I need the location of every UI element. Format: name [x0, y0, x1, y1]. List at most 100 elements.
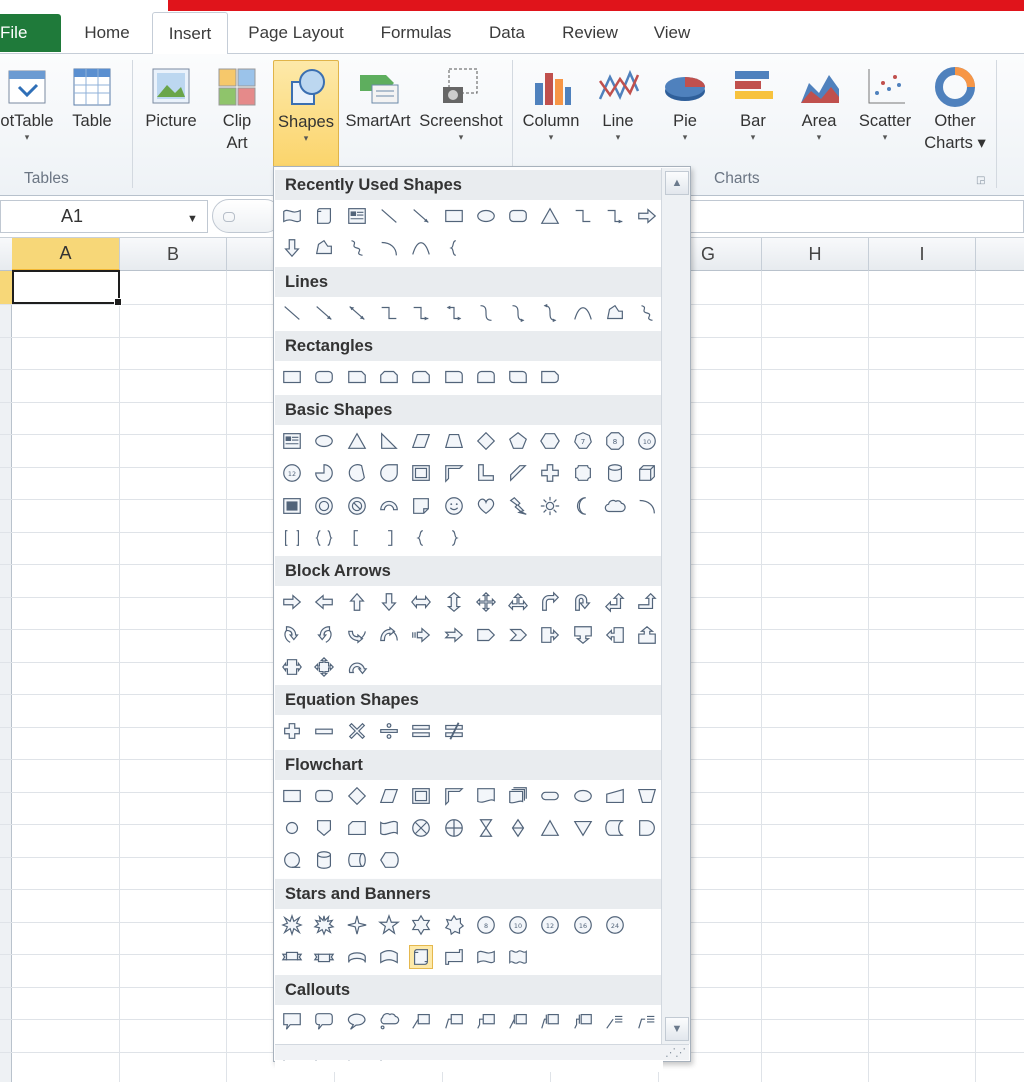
half-frame-icon[interactable]	[442, 461, 466, 485]
cloud-callout-icon[interactable]	[377, 1009, 401, 1033]
left-right-arrow-callout-icon[interactable]	[280, 655, 304, 679]
direct-data-icon[interactable]	[345, 848, 369, 872]
bar-chart-button[interactable]: Bar ▾	[722, 60, 784, 168]
column-header-a[interactable]: A	[12, 238, 120, 271]
triangle-inv-icon[interactable]	[571, 816, 595, 840]
double-arrow-line-icon[interactable]	[345, 301, 369, 325]
star32-icon[interactable]: 24	[603, 913, 627, 937]
explosion1-icon[interactable]	[280, 913, 304, 937]
column-header-b[interactable]: B	[120, 238, 227, 271]
formula-input[interactable]	[690, 200, 1024, 233]
star7-icon[interactable]	[442, 913, 466, 937]
formula-bar-fx-button[interactable]	[212, 199, 282, 233]
tab-file[interactable]: File	[0, 14, 61, 52]
frame-icon[interactable]	[409, 784, 433, 808]
triangle-icon[interactable]	[538, 816, 562, 840]
rounded-rect-icon[interactable]	[506, 204, 530, 228]
shapes-button[interactable]: Shapes ▾	[273, 60, 339, 168]
triangle-icon[interactable]	[538, 204, 562, 228]
elbow-icon[interactable]	[377, 301, 401, 325]
resize-grip[interactable]: ⋰⋰	[275, 1044, 689, 1060]
ribbon-down-icon[interactable]	[280, 945, 304, 969]
oval-icon[interactable]	[474, 204, 498, 228]
not-equal-icon[interactable]	[442, 719, 466, 743]
offpage-icon[interactable]	[312, 816, 336, 840]
area-chart-button[interactable]: Area ▾	[788, 60, 850, 168]
arrow-line-icon[interactable]	[312, 301, 336, 325]
oval-icon[interactable]	[571, 784, 595, 808]
rect-icon[interactable]	[280, 365, 304, 389]
scroll-up-button[interactable]: ▲	[665, 171, 689, 195]
summing-icon[interactable]	[409, 816, 433, 840]
curve-connector-icon[interactable]	[474, 301, 498, 325]
parallelogram-icon[interactable]	[377, 784, 401, 808]
pie-icon[interactable]	[312, 461, 336, 485]
right-arrow-icon[interactable]	[635, 204, 659, 228]
sun-icon[interactable]	[538, 494, 562, 518]
brace-right-icon[interactable]	[442, 526, 466, 550]
ribbon-up-icon[interactable]	[312, 945, 336, 969]
star6-icon[interactable]	[409, 913, 433, 937]
up-down-arrow-icon[interactable]	[442, 590, 466, 614]
curved-ribbon-down-icon[interactable]	[345, 945, 369, 969]
round2-rect-icon[interactable]	[474, 365, 498, 389]
curved-right-arrow-icon[interactable]	[280, 623, 304, 647]
pentagon-arrow-icon[interactable]	[474, 623, 498, 647]
pie-chart-button[interactable]: Pie ▾	[654, 60, 716, 168]
cloud-icon[interactable]	[603, 494, 627, 518]
left-arrow-callout-icon[interactable]	[603, 623, 627, 647]
plaque-icon[interactable]	[571, 461, 595, 485]
star12-icon[interactable]: 10	[506, 913, 530, 937]
brace-pair-icon[interactable]	[312, 526, 336, 550]
elbow-arrow-icon[interactable]	[409, 301, 433, 325]
bent-up-arrow-icon[interactable]	[635, 590, 659, 614]
column-header-h[interactable]: H	[762, 238, 869, 271]
arc-icon[interactable]	[635, 494, 659, 518]
collate-icon[interactable]	[474, 816, 498, 840]
curve-double-arrow-icon[interactable]	[538, 301, 562, 325]
curved-up-arrow-icon[interactable]	[345, 623, 369, 647]
bent-arrow-icon[interactable]	[538, 590, 562, 614]
scribble-icon[interactable]	[635, 301, 659, 325]
frame-icon[interactable]	[409, 461, 433, 485]
smiley-icon[interactable]	[442, 494, 466, 518]
punched-tape-icon[interactable]	[377, 816, 401, 840]
dialog-launcher-icon[interactable]: ◲	[976, 175, 985, 186]
freeform-icon[interactable]	[312, 236, 336, 260]
other-charts-button[interactable]: Other Charts ▾	[920, 60, 990, 168]
diamond-icon[interactable]	[474, 429, 498, 453]
round-same-rect-icon[interactable]	[538, 365, 562, 389]
stored-data-icon[interactable]	[603, 816, 627, 840]
name-box[interactable]: A1	[0, 200, 208, 233]
notched-right-arrow-icon[interactable]	[442, 623, 466, 647]
left-right-up-arrow-icon[interactable]	[506, 590, 530, 614]
clip-art-button[interactable]: Clip Art	[210, 60, 264, 168]
pentagon-icon[interactable]	[506, 429, 530, 453]
circular-arrow-icon[interactable]	[345, 655, 369, 679]
vertical-scroll-icon[interactable]	[409, 944, 434, 969]
name-box-dropdown-icon[interactable]: ▼	[187, 213, 198, 225]
arrow-line-icon[interactable]	[409, 204, 433, 228]
display-icon[interactable]	[377, 848, 401, 872]
document-icon[interactable]	[474, 784, 498, 808]
delay-icon[interactable]	[635, 816, 659, 840]
chevron-icon[interactable]	[506, 623, 530, 647]
wave-icon[interactable]	[280, 204, 304, 228]
half-frame-icon[interactable]	[442, 784, 466, 808]
elbow-icon[interactable]	[571, 204, 595, 228]
tab-data[interactable]: Data	[478, 12, 536, 54]
round-diag-rect-icon[interactable]	[506, 365, 530, 389]
line-callout1-noborder-icon[interactable]	[603, 1009, 627, 1033]
trapezoid-inv-icon[interactable]	[635, 784, 659, 808]
right-arrow-icon[interactable]	[280, 590, 304, 614]
scatter-chart-button[interactable]: Scatter ▾	[852, 60, 918, 168]
u-turn-arrow-icon[interactable]	[571, 590, 595, 614]
heptagon-icon[interactable]: 7	[571, 429, 595, 453]
multiply-icon[interactable]	[345, 719, 369, 743]
bracket-pair-icon[interactable]	[280, 526, 304, 550]
lightning-icon[interactable]	[506, 494, 530, 518]
trapezoid-icon[interactable]	[442, 429, 466, 453]
curved-down-arrow-icon[interactable]	[377, 623, 401, 647]
chord-icon[interactable]	[345, 461, 369, 485]
folded-corner-icon[interactable]	[409, 494, 433, 518]
